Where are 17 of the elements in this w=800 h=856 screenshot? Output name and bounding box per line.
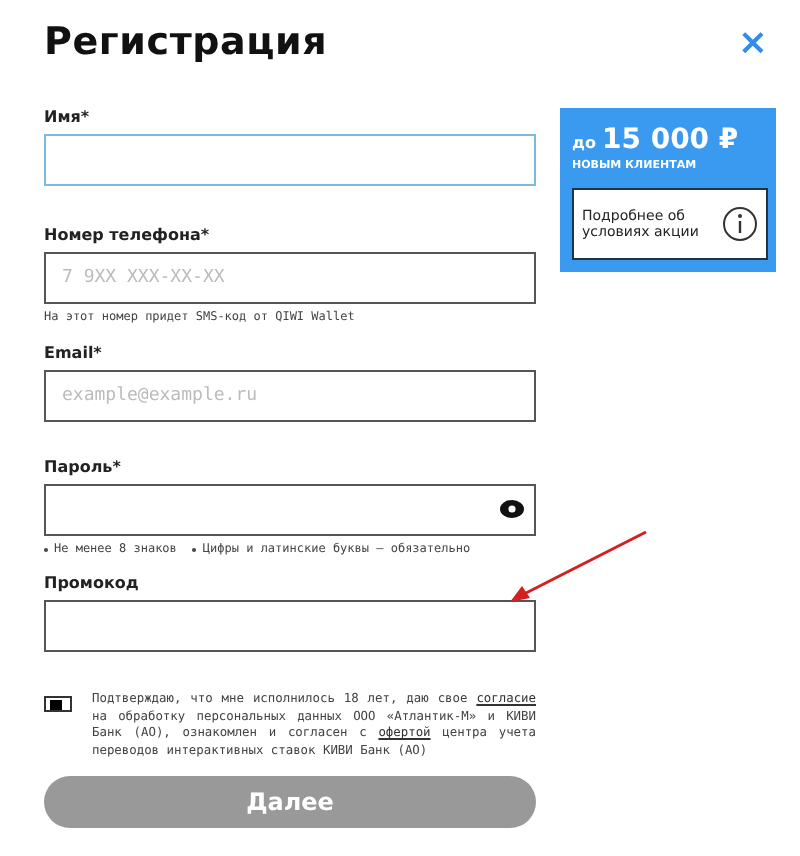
input-field[interactable]: example@example.ru: [44, 370, 536, 422]
info-icon: [722, 206, 758, 242]
input-field[interactable]: [44, 134, 536, 186]
dialog-title: Регистрация: [44, 20, 328, 64]
input-field[interactable]: [44, 484, 536, 536]
field-label: Email*: [44, 344, 104, 362]
promo-prefix: до: [572, 134, 596, 152]
promo-amount: 15 000 ₽: [601, 124, 739, 156]
consent-checkbox[interactable]: [44, 696, 72, 712]
field-label: Имя*: [44, 108, 92, 126]
field-label: Пароль*: [44, 458, 123, 476]
annotation-arrow: [510, 530, 647, 602]
eye-icon[interactable]: [500, 500, 524, 518]
input-field[interactable]: [44, 600, 536, 652]
input-field[interactable]: 7 9XX XXX-XX-XX: [44, 252, 536, 304]
field-label: Номер телефона*: [44, 226, 212, 244]
field-label: Промокод: [44, 574, 141, 592]
